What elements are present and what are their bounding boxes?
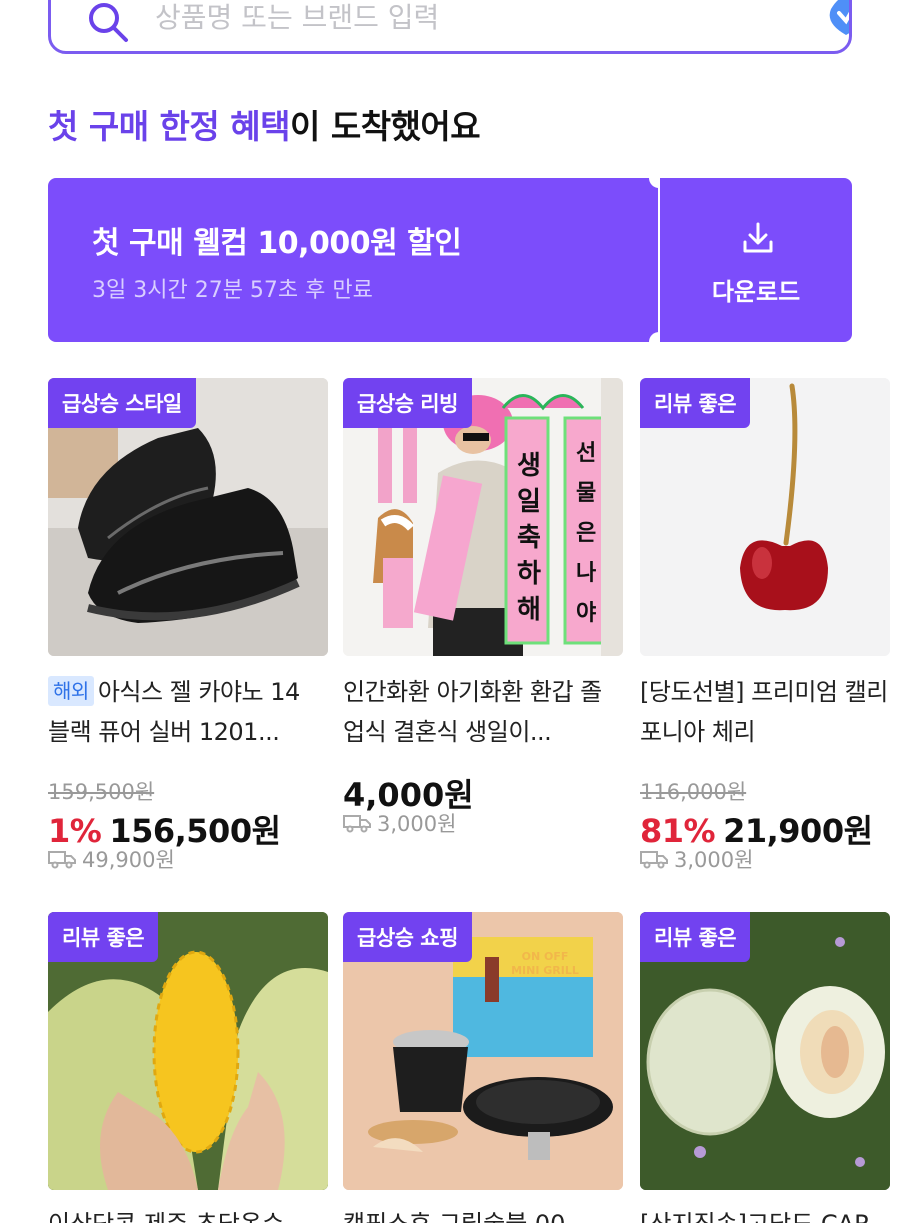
- product-image[interactable]: ON OFF MINI GRILL 급상승 쇼핑: [343, 912, 623, 1190]
- coupon-download-button[interactable]: 다운로드: [660, 178, 852, 342]
- product-badge: 리뷰 좋은: [640, 912, 751, 962]
- search-bar[interactable]: [48, 0, 852, 54]
- coupon-body: 첫 구매 웰컴 10,000원 할인 3일 3시간 27분 57초 후 만료: [48, 178, 658, 342]
- product-card[interactable]: 급상승 스타일 해외 아식스 젤 카야노 14 블랙 퓨어 실버 1201... …: [48, 378, 328, 872]
- product-image[interactable]: 리뷰 좋은: [640, 378, 890, 656]
- product-card[interactable]: 리뷰 좋은 이상단콘 제주 초당옥수: [48, 912, 328, 1223]
- section-heading: 첫 구매 한정 혜택이 도착했어요: [48, 100, 481, 148]
- original-price: 116,000원: [640, 780, 747, 804]
- download-label: 다운로드: [711, 278, 801, 306]
- product-name: 캠핑소후 그릴숯불 00: [343, 1204, 623, 1223]
- heading-highlight: 첫 구매 한정 혜택: [48, 107, 291, 146]
- product-name: [당도선별] 프리미엄 캘리포니아 체리: [640, 678, 888, 746]
- product-badge: 급상승 리빙: [343, 378, 472, 428]
- ribbon-text-left: 생일축하해: [517, 451, 541, 625]
- product-name: 인간화환 아기화환 환갑 졸업식 결혼식 생일이...: [343, 678, 602, 746]
- shipping-fee: 49,900원: [48, 844, 175, 874]
- product-card[interactable]: 리뷰 좋은 [당도선별] 프리미엄 캘리포니아 체리 116,000원 81% 2…: [640, 378, 890, 872]
- shipping-fee: 3,000원: [640, 844, 753, 874]
- heading-rest: 이 도착했어요: [290, 107, 481, 146]
- product-image[interactable]: 리뷰 좋은: [640, 912, 890, 1190]
- shipping-value: 49,900원: [82, 848, 175, 872]
- shipping-value: 3,000원: [674, 848, 754, 872]
- delivery-truck-icon: [343, 815, 371, 833]
- ribbon-text-right: 선물은나야: [576, 441, 597, 626]
- product-badge: 급상승 스타일: [48, 378, 196, 428]
- product-badge: 리뷰 좋은: [48, 912, 159, 962]
- box-text: ON OFF MINI GRILL: [511, 950, 579, 977]
- product-badge: 리뷰 좋은: [640, 378, 751, 428]
- delivery-truck-icon: [640, 851, 668, 869]
- product-card[interactable]: 생일축하해 선물은나야 급상승 리빙 인간화환 아기화환 환갑 졸업식 결혼식 …: [343, 378, 623, 836]
- delivery-truck-icon: [48, 851, 76, 869]
- original-price: 159,500원: [48, 780, 155, 804]
- camera-search-icon[interactable]: [821, 0, 852, 39]
- shipping-fee: 3,000원: [343, 808, 456, 838]
- product-image[interactable]: 급상승 스타일: [48, 378, 328, 656]
- coupon-timer: 3일 3시간 27분 57초 후 만료: [92, 278, 373, 303]
- product-card[interactable]: 리뷰 좋은 [산지직송]고당도 CAR: [640, 912, 890, 1223]
- product-name: [산지직송]고당도 CAR: [640, 1204, 890, 1223]
- search-icon: [89, 3, 128, 42]
- product-name: 해외 아식스 젤 카야노 14 블랙 퓨어 실버 1201...: [48, 672, 328, 752]
- welcome-coupon: 첫 구매 웰컴 10,000원 할인 3일 3시간 27분 57초 후 만료 다…: [48, 168, 852, 352]
- product-image[interactable]: 리뷰 좋은: [48, 912, 328, 1190]
- coupon-title: 첫 구매 웰컴 10,000원 할인: [92, 226, 462, 261]
- download-icon: [743, 222, 773, 253]
- shipping-value: 3,000원: [377, 812, 457, 836]
- product-name: 이상단콘 제주 초당옥수: [48, 1204, 328, 1223]
- search-input[interactable]: [155, 0, 715, 39]
- product-card[interactable]: ON OFF MINI GRILL 급상승 쇼핑 캠핑소후 그릴숯불 00: [343, 912, 623, 1223]
- product-badge: 급상승 쇼핑: [343, 912, 472, 962]
- overseas-tag: 해외: [48, 676, 94, 706]
- product-image[interactable]: 생일축하해 선물은나야 급상승 리빙: [343, 378, 623, 656]
